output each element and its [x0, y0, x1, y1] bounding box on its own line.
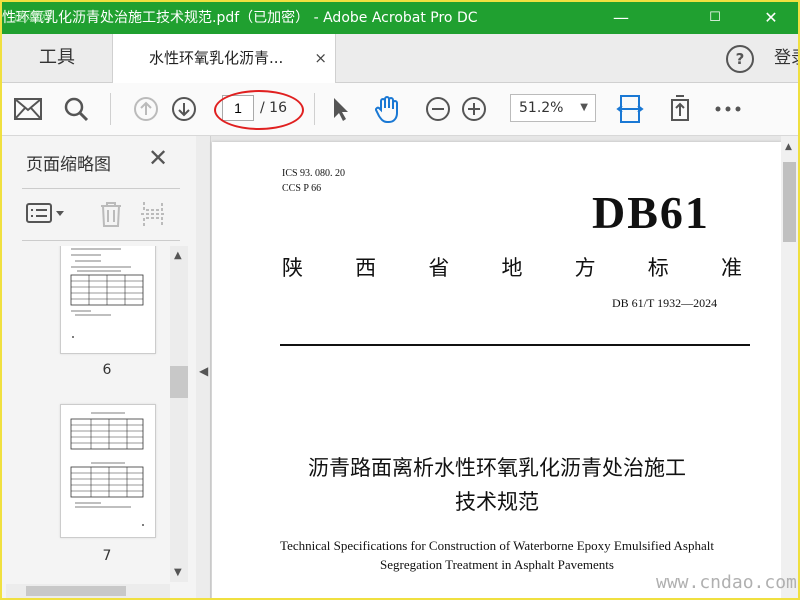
standard-code-heading: DB61 [592, 187, 710, 238]
toolbar-divider [314, 93, 315, 125]
province-char: 标 [647, 256, 669, 280]
annotation-circle [214, 90, 304, 130]
province-standard-label: 陕 西 省 地 方 标 准 [282, 252, 742, 282]
zoom-in-icon[interactable] [458, 93, 490, 125]
thumbnail-list: 6 7 [2, 246, 190, 598]
province-char: 陕 [282, 256, 303, 280]
thumbnail-number: 7 [102, 548, 112, 564]
document-title-line1: 沥青路面离析水性环氧乳化沥青处治施工 [308, 456, 686, 480]
thumbnail-number: 6 [102, 362, 112, 378]
mail-icon[interactable] [12, 93, 44, 125]
zoom-select[interactable]: 51.2% ▼ [510, 94, 596, 122]
thumbnail-scrollbar[interactable]: ▲ ▼ [170, 246, 188, 582]
site-watermark: www.cndao.com [656, 572, 797, 593]
search-icon[interactable] [60, 93, 92, 125]
zoom-value: 51.2% [519, 100, 564, 116]
english-title-line2: Segregation Treatment in Asphalt Pavemen… [380, 557, 614, 572]
document-scrollbar-thumb[interactable] [783, 162, 796, 242]
province-char: 方 [574, 256, 596, 280]
scroll-up-icon[interactable]: ▲ [174, 250, 182, 261]
panel-divider [22, 188, 180, 189]
minimize-button[interactable]: — [598, 2, 644, 34]
province-char: 省 [428, 256, 450, 280]
hscrollbar-thumb[interactable] [26, 586, 126, 596]
page-down-icon[interactable] [168, 93, 200, 125]
scrollbar-thumb[interactable] [170, 366, 188, 398]
tab-document[interactable]: 水性环氧乳化沥青... × [112, 34, 336, 83]
toolbar-divider [110, 93, 111, 125]
panel-divider [22, 240, 180, 241]
title-bar: 性环氧乳化沥青处治施工技术规范.pdf（已加密） - Adobe Acrobat… [2, 2, 798, 34]
options-menu-icon[interactable] [26, 202, 66, 228]
app-window: 性环氧乳化沥青处治施工技术规范.pdf（已加密） - Adobe Acrobat… [0, 0, 800, 600]
header-rule [280, 344, 750, 346]
standard-number: DB 61/T 1932—2024 [612, 296, 718, 310]
split-page-icon[interactable] [140, 200, 166, 232]
close-button[interactable]: ✕ [748, 2, 794, 34]
watermark-logo: 速潮网 [12, 10, 52, 25]
document-title-line2: 技术规范 [455, 490, 539, 514]
menu-bar: 工具 水性环氧乳化沥青... × ? 登录 [2, 34, 798, 83]
ccs-code: CCS P 66 [282, 183, 322, 194]
login-button[interactable]: 登录 [774, 34, 798, 82]
tab-document-label: 水性环氧乳化沥青... [149, 49, 284, 67]
tab-tools[interactable]: 工具 [2, 34, 112, 82]
document-scrollbar[interactable]: ▲ [781, 136, 798, 598]
hand-icon[interactable] [372, 93, 404, 125]
chevron-left-icon: ◀ [199, 364, 209, 378]
page-up-icon[interactable] [130, 93, 162, 125]
fit-page-icon[interactable] [614, 93, 646, 125]
delete-icon[interactable] [98, 200, 124, 232]
english-title-line1: Technical Specifications for Constructio… [280, 538, 714, 553]
maximize-button[interactable]: ☐ [692, 2, 738, 34]
tab-close-icon[interactable]: × [314, 34, 327, 82]
pdf-page: ICS 93. 080. 20 CCS P 66 DB61 陕 西 省 地 方 … [212, 142, 782, 598]
province-char: 西 [355, 256, 377, 280]
more-icon[interactable] [712, 93, 744, 125]
thumbnail-page-6[interactable] [60, 246, 156, 354]
thumbnail-panel: 页面缩略图 ✕ 6 7 ▲ ▼ [2, 136, 197, 598]
ics-code: ICS 93. 080. 20 [282, 168, 346, 179]
window-title: 性环氧乳化沥青处治施工技术规范.pdf（已加密） - Adobe Acrobat… [2, 10, 478, 26]
chevron-down-icon: ▼ [580, 102, 588, 113]
rotate-icon[interactable] [664, 93, 696, 125]
select-arrow-icon[interactable] [324, 93, 356, 125]
scroll-down-icon[interactable]: ▼ [174, 567, 182, 578]
scroll-up-icon[interactable]: ▲ [785, 142, 792, 152]
help-icon[interactable]: ? [726, 45, 754, 73]
panel-collapse-handle[interactable]: ◀ [196, 136, 211, 598]
zoom-out-icon[interactable] [422, 93, 454, 125]
panel-close-icon[interactable]: ✕ [148, 144, 168, 172]
province-char: 准 [720, 256, 742, 280]
toolbar [2, 83, 798, 136]
province-char: 地 [501, 256, 523, 280]
thumbnail-page-7[interactable] [60, 404, 156, 538]
panel-title: 页面缩略图 [26, 155, 111, 175]
thumbnail-hscrollbar[interactable] [6, 584, 170, 598]
